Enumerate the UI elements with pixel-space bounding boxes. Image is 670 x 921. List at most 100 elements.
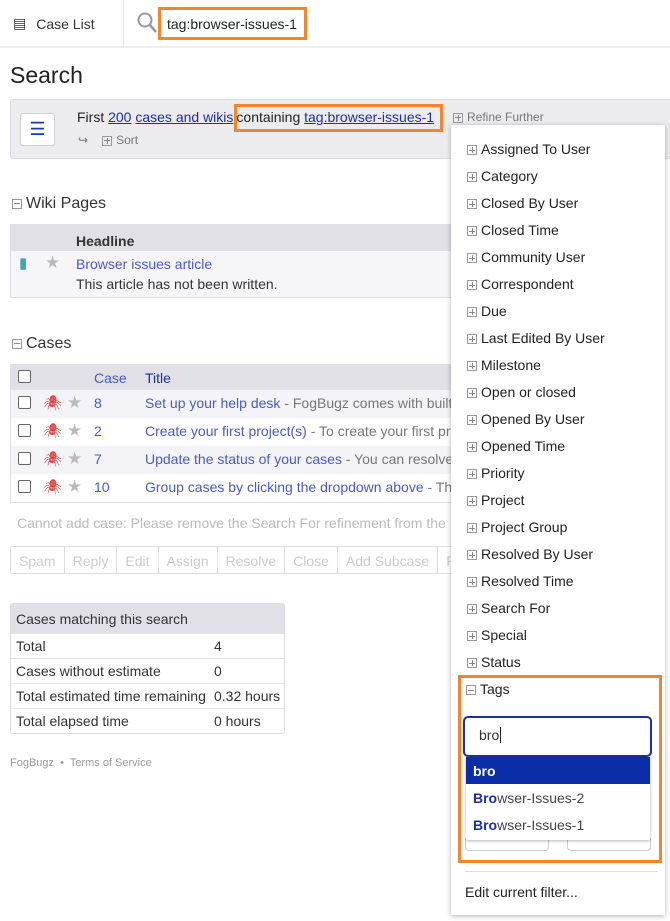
expand-icon xyxy=(453,112,463,123)
summary-row: Cases without estimate 0 xyxy=(11,658,284,683)
refine-item-label: Project Group xyxy=(481,519,568,535)
refine-item-closed-time[interactable]: Closed Time xyxy=(467,222,559,238)
terms-link[interactable]: Terms of Service xyxy=(70,757,152,769)
refine-item-label: Category xyxy=(481,168,538,184)
tag-suggestion[interactable]: Browser-Issues-2 xyxy=(466,784,650,811)
tags-input[interactable]: bro xyxy=(463,716,652,757)
refine-label: Refine Further xyxy=(467,110,544,124)
wiki-title-link[interactable]: Browser issues article xyxy=(76,256,212,272)
summary-label: Total elapsed time xyxy=(16,713,129,729)
table-row: 🕷 ★ 10 Group cases by clicking the dropd… xyxy=(11,474,469,502)
wiki-section-toggle[interactable]: Wiki Pages xyxy=(12,195,106,213)
action-resolve-button[interactable]: Resolve xyxy=(218,547,286,573)
table-row: 🕷 ★ 8 Set up your help desk - FogBugz co… xyxy=(11,390,469,418)
refine-item-opened-by-user[interactable]: Opened By User xyxy=(467,411,585,427)
refine-item-label: Assigned To User xyxy=(481,141,591,157)
expand-icon xyxy=(467,253,477,264)
refine-item-correspondent[interactable]: Correspondent xyxy=(467,276,574,292)
row-checkbox[interactable] xyxy=(18,424,31,437)
case-action-bar: Spam Reply Edit Assign Resolve Close Add Subca… xyxy=(10,546,475,574)
case-title-link[interactable]: Update the status of your cases xyxy=(145,451,342,467)
sort-button[interactable]: Sort xyxy=(102,133,138,147)
refine-item-priority[interactable]: Priority xyxy=(467,465,525,481)
summary-label: Total estimated time remaining xyxy=(16,688,206,704)
refine-item-open-or-closed[interactable]: Open or closed xyxy=(467,384,576,400)
list-view-button[interactable]: ☰ xyxy=(20,113,55,146)
action-spam-button[interactable]: Spam xyxy=(11,547,65,573)
table-row: ▮ ★ Browser issues article This article … xyxy=(11,251,469,297)
tags-label: Tags xyxy=(480,681,510,697)
summary-title: Cases matching this search xyxy=(11,604,284,633)
footer-brand[interactable]: FogBugz xyxy=(10,757,54,769)
refine-item-special[interactable]: Special xyxy=(467,627,527,643)
refine-item-project[interactable]: Project xyxy=(467,492,525,508)
case-number-link[interactable]: 7 xyxy=(94,451,102,467)
redirect-arrow-icon[interactable]: ↪ xyxy=(78,133,88,147)
refine-item-search-for[interactable]: Search For xyxy=(467,600,550,616)
refine-item-due[interactable]: Due xyxy=(467,303,507,319)
case-column-header[interactable]: Case xyxy=(94,370,127,386)
star-icon[interactable]: ★ xyxy=(67,393,82,413)
refine-item-status[interactable]: Status xyxy=(467,654,521,670)
tag-suggestion[interactable]: Browser-Issues-1 xyxy=(466,811,650,838)
case-excerpt: - FogBugz comes with built xyxy=(280,395,453,411)
case-number-link[interactable]: 10 xyxy=(94,479,110,495)
case-number-link[interactable]: 2 xyxy=(94,423,102,439)
summary-row: Total elapsed time 0 hours xyxy=(11,708,284,733)
row-checkbox[interactable] xyxy=(18,480,31,493)
summary-value: 0 hours xyxy=(214,713,261,729)
filter-scope-link[interactable]: cases and wikis xyxy=(135,109,233,125)
case-title-link[interactable]: Create your first project(s) xyxy=(145,423,307,439)
table-row: 🕷 ★ 2 Create your first project(s) - To … xyxy=(11,418,469,446)
refine-item-label: Community User xyxy=(481,249,586,265)
expand-icon xyxy=(467,658,477,669)
tag-suggestion[interactable]: bro xyxy=(466,757,650,784)
action-add-subcase-button[interactable]: Add Subcase xyxy=(338,547,439,573)
star-icon[interactable]: ★ xyxy=(67,477,82,497)
action-reply-button[interactable]: Reply xyxy=(65,547,118,573)
row-checkbox[interactable] xyxy=(18,452,31,465)
edit-filter-link[interactable]: Edit current filter... xyxy=(465,884,578,900)
star-icon[interactable]: ★ xyxy=(67,449,82,469)
refine-item-opened-time[interactable]: Opened Time xyxy=(467,438,565,454)
cases-section-toggle[interactable]: Cases xyxy=(12,335,71,353)
refine-item-resolved-by-user[interactable]: Resolved By User xyxy=(467,546,593,562)
refine-item-project-group[interactable]: Project Group xyxy=(467,519,567,535)
select-all-checkbox[interactable] xyxy=(18,370,31,383)
case-title-link[interactable]: Group cases by clicking the dropdown abo… xyxy=(145,479,424,495)
filter-count-link[interactable]: 200 xyxy=(108,109,131,125)
action-close-button[interactable]: Close xyxy=(285,547,338,573)
refine-item-closed-by-user[interactable]: Closed By User xyxy=(467,195,578,211)
summary-row: Total 4 xyxy=(11,633,284,658)
refine-item-community-user[interactable]: Community User xyxy=(467,249,585,265)
action-assign-button[interactable]: Assign xyxy=(159,547,218,573)
summary-value: 0.32 hours xyxy=(214,688,281,704)
action-edit-button[interactable]: Edit xyxy=(117,547,159,573)
wiki-table: Headline ▮ ★ Browser issues article This… xyxy=(10,224,470,298)
case-title-link[interactable]: Set up your help desk xyxy=(145,395,280,411)
refine-item-resolved-time[interactable]: Resolved Time xyxy=(467,573,574,589)
tags-toggle[interactable]: Tags xyxy=(466,681,510,697)
refine-item-assigned-to-user[interactable]: Assigned To User xyxy=(467,141,590,157)
headline-header[interactable]: Headline xyxy=(11,225,469,251)
star-icon[interactable]: ★ xyxy=(45,253,60,273)
footer: FogBugz • Terms of Service xyxy=(10,757,152,769)
refine-item-last-edited-by-user[interactable]: Last Edited By User xyxy=(467,330,605,346)
refine-item-category[interactable]: Category xyxy=(467,168,538,184)
search-input[interactable]: tag:browser-issues-1 xyxy=(158,7,307,40)
refine-item-label: Milestone xyxy=(481,357,541,373)
case-title: Update the status of your cases - You ca… xyxy=(145,451,453,467)
row-checkbox[interactable] xyxy=(18,396,31,409)
tags-input-value: bro xyxy=(479,727,500,743)
refine-item-milestone[interactable]: Milestone xyxy=(467,357,541,373)
refine-item-label: Opened Time xyxy=(481,438,566,454)
divider xyxy=(123,0,124,48)
divider xyxy=(465,871,658,872)
case-list-button[interactable]: ▤ Case List xyxy=(13,15,95,32)
case-number-link[interactable]: 8 xyxy=(94,395,102,411)
refine-item-label: Project xyxy=(481,492,525,508)
title-column-header[interactable]: Title xyxy=(145,370,171,386)
refine-further-button[interactable]: Refine Further xyxy=(453,110,544,124)
star-icon[interactable]: ★ xyxy=(67,421,82,441)
cases-section-title: Cases xyxy=(26,335,72,352)
